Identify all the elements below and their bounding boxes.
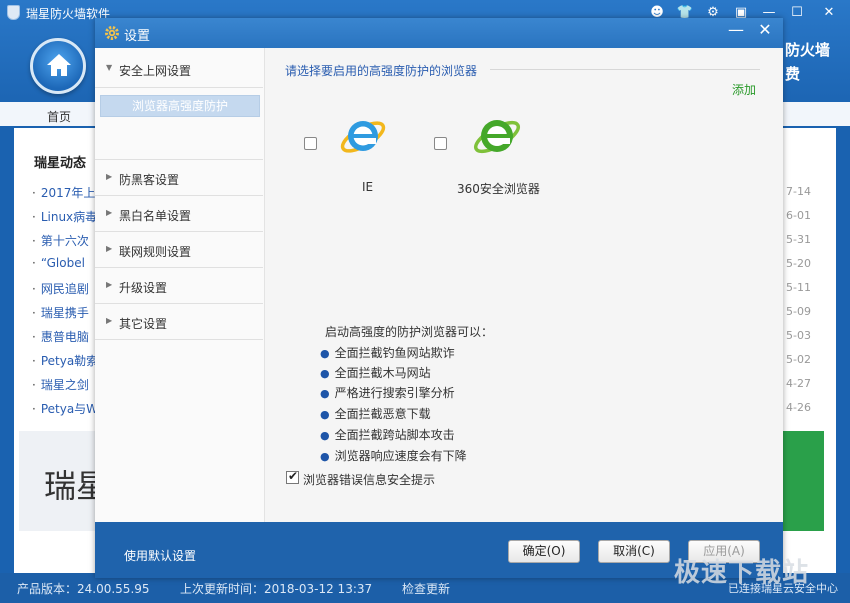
panel-title: 请选择要启用的高强度防护的浏览器 xyxy=(285,64,478,78)
news-date: 5-03 xyxy=(786,329,811,342)
feature-item: ● 全面拦截木马网站 xyxy=(320,366,431,380)
home-icon xyxy=(47,54,71,76)
360-browser-checkbox[interactable] xyxy=(434,137,447,150)
news-item[interactable]: · 网民追剧 xyxy=(32,280,89,297)
sidebar-item-safe-browsing[interactable]: ▼ 安全上网设置 xyxy=(95,51,265,87)
feature-item: ● 全面拦截跨站脚本攻击 xyxy=(320,428,455,442)
chevron-down-icon: ▼ xyxy=(106,63,113,72)
news-date: 4-26 xyxy=(786,401,811,414)
protection-intro: 启动高强度的防护浏览器可以： xyxy=(325,325,494,339)
sidebar-item-blackwhite-list[interactable]: ▶ 黑白名单设置 xyxy=(95,196,265,232)
news-title: 瑞星动态 xyxy=(34,156,87,171)
sidebar-item-label: 安全上网设置 xyxy=(119,64,192,78)
sidebar-item-label: 防黑客设置 xyxy=(119,173,180,187)
dialog-close-icon[interactable]: ✕ xyxy=(752,20,778,40)
sidebar-subitem-browser-protection[interactable]: 浏览器高强度防护 xyxy=(100,95,260,117)
news-date: 5-02 xyxy=(786,353,811,366)
check-update-link[interactable]: 检查更新 xyxy=(402,580,450,597)
security-tip-checkbox[interactable]: ✔ xyxy=(286,469,299,484)
sidebar-item-label: 黑白名单设置 xyxy=(119,209,192,223)
home-button[interactable] xyxy=(30,38,86,94)
news-date: 5-11 xyxy=(786,281,811,294)
add-browser-link[interactable]: 添加 xyxy=(732,81,756,98)
feature-item: ● 浏览器响应速度会有下降 xyxy=(320,449,467,463)
news-date: 5-31 xyxy=(786,233,811,246)
divider xyxy=(490,69,760,70)
chevron-right-icon: ▶ xyxy=(106,316,113,325)
sidebar-item-anti-hacker[interactable]: ▶ 防黑客设置 xyxy=(95,160,265,196)
checkmark-icon: ✔ xyxy=(288,469,299,483)
dialog-title: 设置 xyxy=(124,29,151,44)
sidebar-item-label: 其它设置 xyxy=(119,317,168,331)
chevron-right-icon: ▶ xyxy=(106,208,113,217)
news-date: 5-09 xyxy=(786,305,811,318)
nav-home-tab[interactable]: 首页 xyxy=(47,108,71,125)
news-item[interactable]: · 第十六次 xyxy=(32,232,89,249)
chevron-right-icon: ▶ xyxy=(106,244,113,253)
use-default-settings-link[interactable]: 使用默认设置 xyxy=(124,547,196,564)
chevron-right-icon: ▶ xyxy=(106,172,113,181)
rising-logo-icon xyxy=(7,5,20,20)
cancel-button[interactable]: 取消(C) xyxy=(598,540,670,563)
sidebar-item-network-rules[interactable]: ▶ 联网规则设置 xyxy=(95,232,265,268)
gear-icon xyxy=(105,26,119,40)
watermark-text: 极速下载站 xyxy=(674,558,810,588)
news-item[interactable]: · Petya与W xyxy=(32,400,98,417)
sidebar-item-other[interactable]: ▶ 其它设置 xyxy=(95,304,265,340)
news-item[interactable]: · Linux病毒 xyxy=(32,208,97,225)
chevron-right-icon: ▶ xyxy=(106,280,113,289)
sidebar-item-label: 升级设置 xyxy=(119,281,168,295)
ie-logo-icon xyxy=(340,121,386,153)
ok-button[interactable]: 确定(O) xyxy=(508,540,580,563)
360-browser-logo-icon xyxy=(473,120,521,154)
feature-item: ● 严格进行搜索引擎分析 xyxy=(320,386,455,400)
news-item[interactable]: · Petya勒索 xyxy=(32,352,98,369)
brand-text: 防火墙 费 xyxy=(785,38,830,86)
news-item[interactable]: · 惠普电脑 xyxy=(32,328,89,345)
360-browser-label: 360安全浏览器 xyxy=(457,182,540,196)
ie-checkbox[interactable] xyxy=(304,137,317,150)
news-date: 6-01 xyxy=(786,209,811,222)
maximize-icon[interactable]: ☐ xyxy=(786,3,808,23)
sidebar-item-label: 联网规则设置 xyxy=(119,245,192,259)
news-item[interactable]: · 2017年上 xyxy=(32,184,95,201)
feature-item: ● 全面拦截钓鱼网站欺诈 xyxy=(320,346,455,360)
divider xyxy=(95,87,263,88)
brand-line-2: 费 xyxy=(785,65,801,83)
news-date: 4-27 xyxy=(786,377,811,390)
sidebar-item-upgrade[interactable]: ▶ 升级设置 xyxy=(95,268,265,304)
security-tip-label[interactable]: 浏览器错误信息安全提示 xyxy=(303,471,435,488)
close-icon[interactable]: ✕ xyxy=(818,3,840,23)
divider xyxy=(95,339,263,340)
news-item[interactable]: · 瑞星携手 xyxy=(32,304,89,321)
settings-dialog: 设置 — ✕ ▼ 安全上网设置 浏览器高强度防护 ▶ 防黑客设置 ▶ 黑白名单设… xyxy=(95,18,783,578)
brand-line-1: 防火墙 xyxy=(785,41,831,59)
ie-label: IE xyxy=(362,180,374,194)
feature-item: ● 全面拦截恶意下载 xyxy=(320,407,431,421)
dialog-titlebar[interactable]: 设置 — ✕ xyxy=(95,18,783,48)
dialog-minimize-icon[interactable]: — xyxy=(723,20,749,40)
news-item[interactable]: · “Globel xyxy=(32,256,85,270)
news-date: 7-14 xyxy=(786,185,811,198)
last-update-time: 上次更新时间：2018-03-12 13:37 xyxy=(180,582,373,596)
news-date: 5-20 xyxy=(786,257,811,270)
product-version: 产品版本：24.00.55.95 xyxy=(17,582,150,596)
news-item[interactable]: · 瑞星之剑 xyxy=(32,376,89,393)
